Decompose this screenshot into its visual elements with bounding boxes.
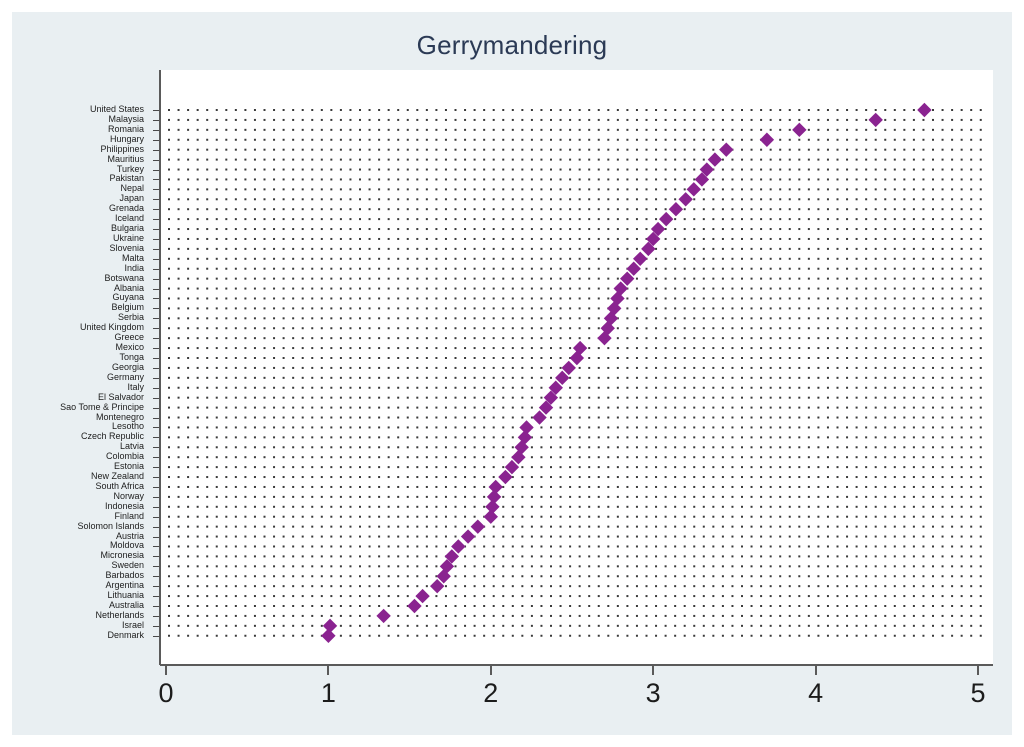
x-axis-tick bbox=[165, 666, 167, 675]
x-axis-ticks-and-labels: 0 1 2 3 4 5 bbox=[12, 12, 1012, 735]
x-axis-tick bbox=[652, 666, 655, 675]
x-axis-label: 3 bbox=[645, 678, 661, 708]
x-axis-label: 0 bbox=[158, 678, 174, 708]
figure-canvas: Gerrymandering United States Malaysia Roma… bbox=[12, 12, 1012, 735]
x-axis-label: 2 bbox=[483, 678, 499, 708]
x-axis-label: 4 bbox=[808, 678, 824, 708]
x-axis-label: 5 bbox=[970, 678, 986, 708]
x-axis-tick bbox=[977, 666, 979, 675]
x-axis-tick bbox=[814, 666, 817, 675]
x-axis-tick bbox=[489, 666, 492, 675]
x-axis-tick bbox=[327, 666, 330, 675]
x-axis-label: 1 bbox=[320, 678, 336, 708]
